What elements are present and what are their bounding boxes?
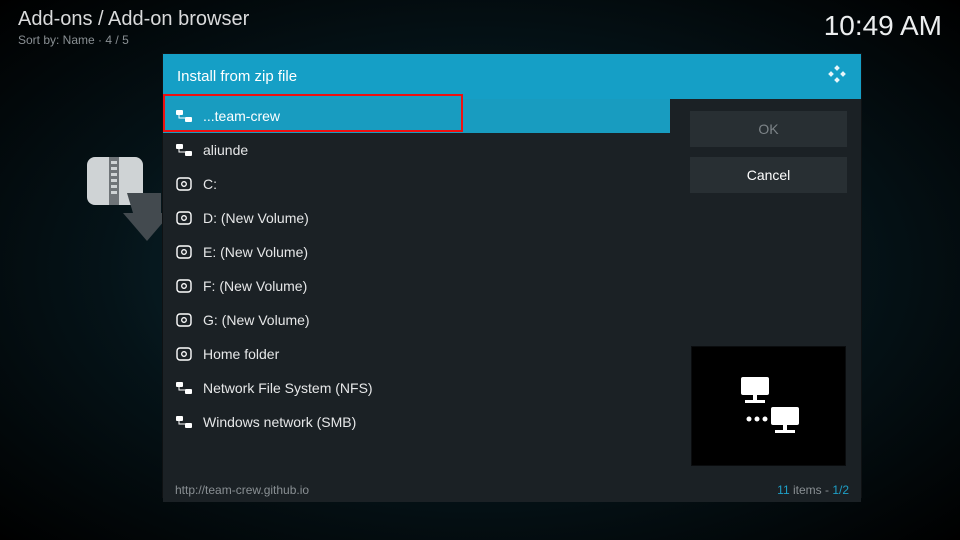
- list-item-label: Network File System (NFS): [203, 380, 373, 396]
- list-item-label: F: (New Volume): [203, 278, 307, 294]
- source-list[interactable]: ...team-crew aliunde C: D: (New Volume) E: (…: [163, 99, 676, 478]
- list-item-label: D: (New Volume): [203, 210, 309, 226]
- disk-icon: [175, 347, 193, 361]
- list-item[interactable]: ...team-crew: [163, 99, 670, 133]
- items-count: 11 items - 1/2: [777, 483, 849, 497]
- list-item-label: Home folder: [203, 346, 279, 362]
- disk-icon: [175, 245, 193, 259]
- list-item-label: aliunde: [203, 142, 248, 158]
- network-location-icon: [175, 415, 193, 429]
- top-bar: Add-ons / Add-on browser Sort by: Name ·…: [0, 0, 960, 55]
- list-item[interactable]: G: (New Volume): [163, 303, 670, 337]
- list-item-label: Windows network (SMB): [203, 414, 356, 430]
- sort-line: Sort by: Name · 4 / 5: [18, 33, 249, 47]
- list-item[interactable]: E: (New Volume): [163, 235, 670, 269]
- network-share-icon: [729, 371, 809, 441]
- breadcrumb: Add-ons / Add-on browser: [18, 8, 249, 31]
- list-item-label: C:: [203, 176, 217, 192]
- disk-icon: [175, 313, 193, 327]
- dialog-side: OK Cancel: [676, 99, 861, 478]
- disk-icon: [175, 211, 193, 225]
- list-item[interactable]: F: (New Volume): [163, 269, 670, 303]
- sort-position: 4 / 5: [105, 33, 128, 47]
- disk-icon: [175, 177, 193, 191]
- list-item[interactable]: Home folder: [163, 337, 670, 371]
- list-item[interactable]: Network File System (NFS): [163, 371, 670, 405]
- sort-label: Sort by: Name: [18, 33, 95, 47]
- list-item-label: G: (New Volume): [203, 312, 310, 328]
- kodi-logo-icon: [827, 64, 847, 89]
- network-location-icon: [175, 143, 193, 157]
- cancel-button[interactable]: Cancel: [690, 157, 847, 193]
- dialog-header: Install from zip file: [163, 54, 861, 99]
- list-item[interactable]: C:: [163, 167, 670, 201]
- list-item-label: ...team-crew: [203, 108, 280, 124]
- list-item[interactable]: D: (New Volume): [163, 201, 670, 235]
- list-item-label: E: (New Volume): [203, 244, 308, 260]
- dialog-title: Install from zip file: [177, 68, 297, 85]
- list-item[interactable]: Windows network (SMB): [163, 405, 670, 439]
- ok-button[interactable]: OK: [690, 111, 847, 147]
- disk-icon: [175, 279, 193, 293]
- list-item[interactable]: aliunde: [163, 133, 670, 167]
- preview-box: [691, 346, 846, 466]
- install-zip-dialog[interactable]: Install from zip file ...team-crew aliund…: [162, 53, 862, 498]
- network-location-icon: [175, 109, 193, 123]
- dialog-footer: http://team-crew.github.io 11 items - 1/…: [163, 478, 861, 502]
- current-path: http://team-crew.github.io: [175, 483, 309, 497]
- network-location-icon: [175, 381, 193, 395]
- clock: 10:49 AM: [824, 10, 942, 42]
